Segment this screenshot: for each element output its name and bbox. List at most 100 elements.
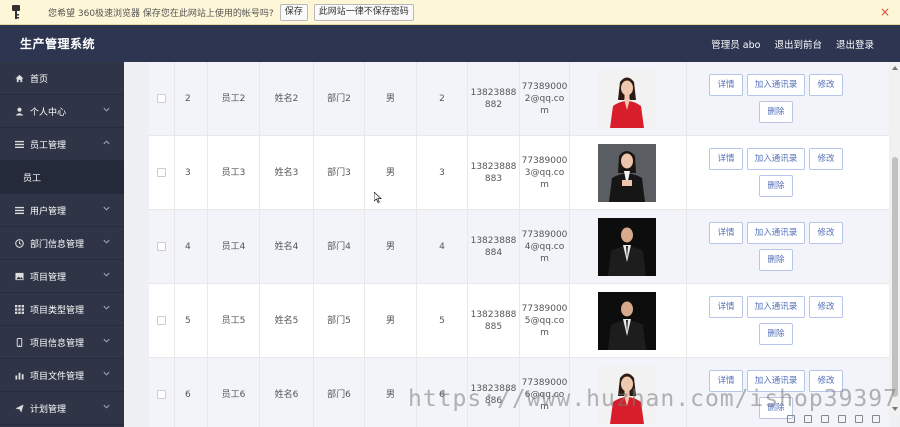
status-icon-2[interactable] xyxy=(804,415,812,423)
realname-cell: 姓名5 xyxy=(260,284,314,357)
row-actions: 详情 加入通讯录 修改 删除 xyxy=(701,148,851,197)
realname-cell: 姓名2 xyxy=(260,62,314,135)
add-contact-button[interactable]: 加入通讯录 xyxy=(747,148,805,170)
row-checkbox[interactable] xyxy=(157,390,166,399)
employee-photo[interactable] xyxy=(598,217,656,276)
sidebar-item-2[interactable]: 员工管理 xyxy=(0,128,124,161)
phone-cell: 13823888 883 xyxy=(468,136,520,209)
sidebar-item-label: 个人中心 xyxy=(30,107,67,118)
photo-cell xyxy=(570,136,687,209)
phone-line: 13823888 xyxy=(470,87,517,98)
sidebar-item-label: 计划管理 xyxy=(30,404,67,415)
sidebar-item-1[interactable]: 个人中心 xyxy=(0,95,124,128)
phone-line: 885 xyxy=(484,321,503,332)
edit-button[interactable]: 修改 xyxy=(809,74,843,96)
edit-button[interactable]: 修改 xyxy=(809,148,843,170)
page-scrollbar[interactable] xyxy=(890,62,900,415)
detail-button[interactable]: 详情 xyxy=(709,222,743,244)
phone-cell: 13823888 882 xyxy=(468,62,520,135)
detail-button[interactable]: 详情 xyxy=(709,74,743,96)
edit-button[interactable]: 修改 xyxy=(809,296,843,318)
level-cell: 4 xyxy=(417,210,468,283)
logout-link[interactable]: 退出登录 xyxy=(836,37,874,51)
sidebar-item-5[interactable]: 部门信息管理 xyxy=(0,227,124,260)
phone-cell: 13823888 884 xyxy=(468,210,520,283)
row-checkbox[interactable] xyxy=(157,168,166,177)
sidebar-item-8[interactable]: 项目信息管理 xyxy=(0,326,124,359)
delete-button[interactable]: 删除 xyxy=(759,101,793,123)
realname-text: 姓名3 xyxy=(274,167,299,178)
close-icon[interactable]: × xyxy=(880,5,890,19)
idx-text: 4 xyxy=(185,241,191,252)
sidebar-item-label: 员工 xyxy=(23,173,42,184)
level-cell: 2 xyxy=(417,62,468,135)
email-cell: 77389000 5@qq.co m xyxy=(520,284,570,357)
sidebar-item-6[interactable]: 项目管理 xyxy=(0,260,124,293)
detail-button[interactable]: 详情 xyxy=(709,296,743,318)
sidebar-item-9[interactable]: 项目文件管理 xyxy=(0,359,124,392)
exit-to-frontend-link[interactable]: 退出到前台 xyxy=(774,37,822,51)
edit-button[interactable]: 修改 xyxy=(809,222,843,244)
gender-text: 男 xyxy=(385,241,395,252)
photo-cell xyxy=(570,284,687,357)
volume-icon[interactable] xyxy=(838,415,846,423)
phone-line: 884 xyxy=(484,247,503,258)
gender-text: 男 xyxy=(385,167,395,178)
sidebar-item-10[interactable]: 计划管理 xyxy=(0,392,124,425)
gender-cell: 男 xyxy=(365,136,417,209)
employee-photo[interactable] xyxy=(598,69,656,128)
status-icon-3[interactable] xyxy=(821,415,829,423)
phone-line: 13823888 xyxy=(470,309,517,320)
idx-cell: 6 xyxy=(175,358,208,427)
detail-button[interactable]: 详情 xyxy=(709,148,743,170)
phone-line: 13823888 xyxy=(470,235,517,246)
status-icon-6[interactable] xyxy=(872,415,880,423)
email-line: m xyxy=(540,253,549,264)
delete-button[interactable]: 删除 xyxy=(759,249,793,271)
name-text: 员工5 xyxy=(221,315,246,326)
level-text: 4 xyxy=(439,241,445,252)
delete-button[interactable]: 删除 xyxy=(759,175,793,197)
status-icon-1[interactable] xyxy=(787,415,795,423)
row-select-cell xyxy=(149,284,175,357)
dept-cell: 部门5 xyxy=(314,284,365,357)
row-checkbox[interactable] xyxy=(157,316,166,325)
delete-button[interactable]: 删除 xyxy=(759,323,793,345)
add-contact-button[interactable]: 加入通讯录 xyxy=(747,296,805,318)
email-text: 77389000 5@qq.co m xyxy=(522,303,568,339)
employee-photo[interactable] xyxy=(598,291,656,350)
gender-cell: 男 xyxy=(365,62,417,135)
employee-photo[interactable] xyxy=(598,143,656,202)
row-select-cell xyxy=(149,62,175,135)
top-header: 生产管理系统 管理员 abo 退出到前台 退出登录 xyxy=(0,25,900,62)
sidebar-item-0[interactable]: 首页 xyxy=(0,62,124,95)
mouse-cursor-icon xyxy=(373,191,383,206)
employee-table: 2 员工2 姓名2 部门2 男 2 13823888 882 77389000 2@qq.co m 详… xyxy=(149,62,889,427)
scrollbar-thumb[interactable] xyxy=(892,157,898,397)
add-contact-button[interactable]: 加入通讯录 xyxy=(747,222,805,244)
sidebar-item-3[interactable]: 员工 xyxy=(0,161,124,194)
never-save-password-button[interactable]: 此网站一律不保存密码 xyxy=(313,3,414,21)
sidebar-item-7[interactable]: 项目类型管理 xyxy=(0,293,124,326)
actions-cell: 详情 加入通讯录 修改 删除 xyxy=(687,136,889,209)
add-contact-button[interactable]: 加入通讯录 xyxy=(747,74,805,96)
row-checkbox[interactable] xyxy=(157,94,166,103)
phone-line: 883 xyxy=(484,173,503,184)
email-line: 2@qq.co xyxy=(524,93,565,104)
status-icon-5[interactable] xyxy=(855,415,863,423)
photo-cell xyxy=(570,62,687,135)
user-icon xyxy=(14,106,24,116)
chevron-down-icon xyxy=(102,105,112,115)
row-actions: 详情 加入通讯录 修改 删除 xyxy=(701,74,851,123)
dept-text: 部门4 xyxy=(327,241,351,252)
row-select-cell xyxy=(149,210,175,283)
scroll-up-icon[interactable] xyxy=(892,65,898,71)
save-password-button[interactable]: 保存 xyxy=(279,3,308,21)
email-line: m xyxy=(540,327,549,338)
row-select-cell xyxy=(149,136,175,209)
name-text: 员工6 xyxy=(221,389,246,400)
gender-text: 男 xyxy=(385,93,395,104)
sidebar-item-4[interactable]: 用户管理 xyxy=(0,194,124,227)
chevron-down-icon xyxy=(102,402,112,412)
row-checkbox[interactable] xyxy=(157,242,166,251)
